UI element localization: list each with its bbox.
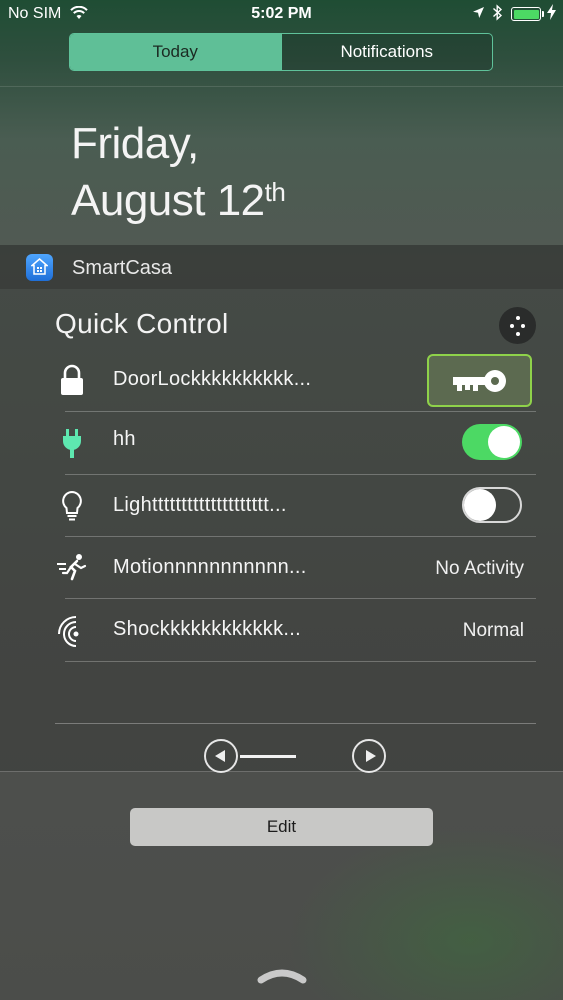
device-name: Shockkkkkkkkkkkk... (113, 618, 301, 640)
date-heading: Friday, August 12th (71, 119, 286, 225)
battery-tip (542, 11, 544, 17)
previous-page-button[interactable] (204, 739, 238, 773)
device-name: DoorLockkkkkkkkkk... (113, 368, 312, 390)
light-toggle[interactable] (462, 487, 522, 523)
smartcasa-app-icon (26, 254, 53, 281)
battery-icon (511, 7, 541, 21)
location-arrow-icon (472, 6, 485, 24)
dot-icon (521, 324, 525, 328)
shock-icon (55, 613, 89, 647)
pager-divider (55, 723, 536, 724)
device-name: Lightttttttttttttttttttt... (113, 494, 287, 516)
dot-icon (510, 324, 514, 328)
unlock-key-button[interactable] (427, 354, 532, 407)
bluetooth-icon (492, 4, 503, 26)
triangle-right-icon (366, 750, 376, 762)
hh-toggle[interactable] (462, 424, 522, 460)
device-row-shock: Shockkkkkkkkkkkk... Normal (0, 599, 563, 661)
month-day-text: August 12 (71, 176, 265, 225)
lock-icon (55, 363, 89, 397)
next-page-button[interactable] (352, 739, 386, 773)
grabber-handle-icon[interactable] (257, 966, 307, 991)
divider (0, 771, 563, 772)
today-notifications-segmented-control: Today Notifications (69, 33, 493, 71)
key-icon (453, 370, 506, 392)
divider (0, 86, 563, 87)
motion-icon (55, 551, 89, 585)
triangle-left-icon (215, 750, 225, 762)
widget-app-name: SmartCasa (72, 257, 173, 279)
widget-header[interactable]: SmartCasa (0, 245, 563, 289)
quick-control-title: Quick Control (55, 308, 229, 339)
device-name: Motionnnnnnnnnnn... (113, 556, 307, 578)
charging-bolt-icon (547, 4, 556, 24)
edit-button[interactable]: Edit (130, 808, 433, 846)
tab-notifications[interactable]: Notifications (280, 34, 492, 70)
tab-today[interactable]: Today (70, 34, 281, 70)
page-indicator (240, 755, 296, 758)
shock-status: Normal (462, 620, 524, 641)
bulb-icon (55, 489, 89, 523)
dot-icon (515, 316, 520, 320)
ordinal-suffix: th (264, 177, 286, 207)
device-name: hh (113, 428, 136, 450)
row-divider (65, 661, 536, 662)
weekday-text: Friday, (71, 119, 199, 168)
more-options-button[interactable] (499, 307, 536, 344)
plug-icon (55, 426, 89, 460)
motion-status: No Activity (435, 558, 524, 579)
dot-icon (515, 332, 520, 336)
month-day-line: August 12th (71, 168, 286, 225)
device-row-motion: Motionnnnnnnnnnn... No Activity (0, 537, 563, 599)
status-bar: No SIM 5:02 PM (0, 0, 563, 30)
